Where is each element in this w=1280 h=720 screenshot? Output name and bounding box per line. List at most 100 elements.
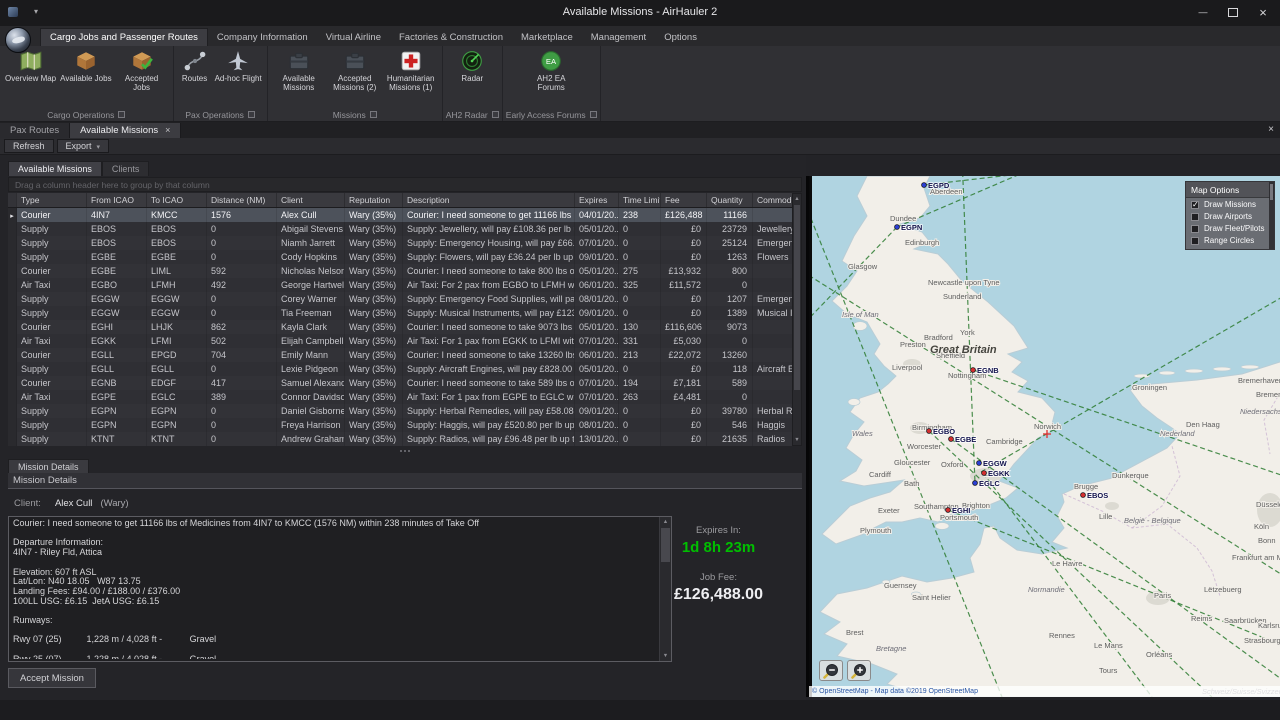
refresh-button[interactable]: Refresh: [4, 139, 54, 153]
airport-marker-egpn[interactable]: [895, 225, 900, 230]
dialog-launcher-icon[interactable]: [370, 111, 377, 118]
table-row[interactable]: Air TaxiEGBOLFMH492George HartwellWary (…: [8, 278, 792, 292]
ribbon-button-accepted-jobs[interactable]: Accepted Jobs: [114, 47, 170, 92]
table-row[interactable]: Air TaxiEGKKLFMI502Elijah CampbellWary (…: [8, 334, 792, 348]
map-option-draw-fleet-pilots[interactable]: Draw Fleet/Pilots: [1186, 222, 1274, 234]
minimize-button[interactable]: [1188, 0, 1218, 24]
map[interactable]: AberdeenDundeeEdinburghGlasgowNewcastle …: [812, 176, 1280, 697]
cell-commodity: Herbal Reme...: [753, 404, 792, 418]
splitter-grip[interactable]: [396, 448, 414, 453]
grid-vertical-scrollbar[interactable]: [792, 193, 802, 446]
column-header-type[interactable]: Type: [17, 193, 87, 207]
ribbon-tab-factories-construction[interactable]: Factories & Construction: [390, 29, 512, 46]
column-header-client[interactable]: Client: [277, 193, 345, 207]
cell-client: Niamh Jarrett: [277, 236, 345, 250]
table-row[interactable]: CourierEGLLEPGD704Emily MannWary (35%)Co…: [8, 348, 792, 362]
ribbon-button-radar[interactable]: Radar: [454, 47, 490, 83]
table-row[interactable]: SupplyEGBEEGBE0Cody HopkinsWary (35%)Sup…: [8, 250, 792, 264]
sub-tab-available-missions[interactable]: Available Missions: [8, 161, 102, 176]
accept-mission-button[interactable]: Accept Mission: [8, 668, 96, 688]
column-header-time-limit[interactable]: Time Limit: [619, 193, 661, 207]
application-menu-orb[interactable]: [5, 27, 31, 53]
ribbon-tab-company-information[interactable]: Company Information: [208, 29, 317, 46]
document-tab-pax-routes[interactable]: Pax Routes: [0, 123, 70, 138]
table-row[interactable]: SupplyEBOSEBOS0Niamh JarrettWary (35%)Su…: [8, 236, 792, 250]
column-header-quantity[interactable]: Quantity: [707, 193, 753, 207]
map-options-scrollbar[interactable]: [1269, 182, 1274, 249]
ribbon-button-ad-hoc-flight[interactable]: Ad-hoc Flight: [213, 47, 264, 83]
ribbon-group-caption: Early Access Forums: [506, 108, 597, 121]
checkbox-range-circles[interactable]: [1191, 237, 1199, 245]
ribbon-button-available-jobs[interactable]: Available Jobs: [58, 47, 113, 83]
map-attribution[interactable]: © OpenStreetMap - Map data ©2019 OpenStr…: [809, 686, 1280, 697]
ribbon-button-routes[interactable]: Routes: [177, 47, 213, 83]
table-row[interactable]: SupplyKTNTKTNT0Andrew GrahamWary (35%)Su…: [8, 432, 792, 446]
ribbon-button-ah2-ea-forums[interactable]: EAAH2 EA Forums: [523, 47, 579, 92]
column-header-distance-nm[interactable]: Distance (NM): [207, 193, 277, 207]
dialog-launcher-icon[interactable]: [590, 111, 597, 118]
zoom-in-button[interactable]: [847, 660, 871, 681]
ribbon-tab-management[interactable]: Management: [582, 29, 655, 46]
table-row[interactable]: CourierEGBELIML592Nicholas NelsonWary (3…: [8, 264, 792, 278]
ribbon-tab-marketplace[interactable]: Marketplace: [512, 29, 582, 46]
table-row[interactable]: CourierEGNBEDGF417Samuel AlexanderWary (…: [8, 376, 792, 390]
close-button[interactable]: [1248, 0, 1278, 24]
ribbon-tab-virtual-airline[interactable]: Virtual Airline: [317, 29, 390, 46]
close-document-icon[interactable]: [1268, 124, 1274, 135]
dialog-launcher-icon[interactable]: [248, 111, 255, 118]
dialog-launcher-icon[interactable]: [118, 111, 125, 118]
airport-marker-eggw[interactable]: [977, 461, 982, 466]
map-option-label: Range Circles: [1204, 236, 1254, 245]
city-label: Sunderland: [943, 292, 981, 301]
table-row[interactable]: SupplyEGGWEGGW0Corey WarnerWary (35%)Sup…: [8, 292, 792, 306]
ribbon-button-humanitarian-missions-1[interactable]: Humanitarian Missions (1): [383, 47, 439, 92]
mission-details-tab[interactable]: Mission Details: [8, 459, 89, 474]
column-header-expires[interactable]: Expires: [575, 193, 619, 207]
airport-marker-egpd[interactable]: [922, 183, 927, 188]
map-option-draw-airports[interactable]: Draw Airports: [1186, 210, 1274, 222]
document-tab-available-missions[interactable]: Available Missions: [70, 123, 181, 138]
airport-marker-eghi[interactable]: [946, 508, 951, 513]
ribbon-button-accepted-missions-2[interactable]: Accepted Missions (2): [327, 47, 383, 92]
airport-marker-egkk[interactable]: [982, 471, 987, 476]
map-option-draw-missions[interactable]: Draw Missions: [1186, 198, 1274, 210]
airport-marker-egbe[interactable]: [949, 437, 954, 442]
table-row[interactable]: SupplyEGPNEGPN0Freya HarrisonWary (35%)S…: [8, 418, 792, 432]
scroll-up-icon[interactable]: [793, 194, 801, 204]
ribbon-button-available-missions[interactable]: Available Missions: [271, 47, 327, 92]
maximize-button[interactable]: [1218, 0, 1248, 24]
scrollbar-thumb[interactable]: [794, 205, 800, 390]
table-row[interactable]: SupplyEGGWEGGW0Tia FreemanWary (35%)Supp…: [8, 306, 792, 320]
cell-to-icao: EGGW: [147, 292, 207, 306]
table-row[interactable]: SupplyEBOSEBOS0Abigail StevensWary (35%)…: [8, 222, 792, 236]
cell-expires: 07/01/20...: [575, 390, 619, 404]
ribbon-tab-options[interactable]: Options: [655, 29, 706, 46]
checkbox-draw-missions[interactable]: [1191, 201, 1199, 209]
airport-marker-egbo[interactable]: [927, 429, 932, 434]
column-header-fee[interactable]: Fee: [661, 193, 707, 207]
scroll-down-icon[interactable]: [660, 651, 671, 661]
sub-tab-clients[interactable]: Clients: [102, 161, 150, 176]
table-row[interactable]: CourierEGHILHJK862Kayla ClarkWary (35%)C…: [8, 320, 792, 334]
scroll-down-icon[interactable]: [793, 435, 801, 445]
column-header-from-icao[interactable]: From ICAO: [87, 193, 147, 207]
airport-marker-eglc[interactable]: [973, 481, 978, 486]
zoom-out-button[interactable]: [819, 660, 843, 681]
dialog-launcher-icon[interactable]: [492, 111, 499, 118]
airport-marker-egnb[interactable]: [971, 368, 976, 373]
table-row[interactable]: Courier4IN7KMCC1576Alex CullWary (35%)Co…: [8, 208, 792, 222]
ribbon-tab-cargo-jobs-and-passenger-routes[interactable]: Cargo Jobs and Passenger Routes: [40, 28, 208, 46]
export-button[interactable]: Export: [57, 139, 110, 153]
map-option-range-circles[interactable]: Range Circles: [1186, 234, 1274, 246]
column-header-commodity[interactable]: Commodity: [753, 193, 792, 207]
checkbox-draw-fleet-pilots[interactable]: [1191, 225, 1199, 233]
checkbox-draw-airports[interactable]: [1191, 213, 1199, 221]
table-row[interactable]: SupplyEGLLEGLL0Lexie PidgeonWary (35%)Su…: [8, 362, 792, 376]
column-header-description[interactable]: Description: [403, 193, 575, 207]
table-row[interactable]: Air TaxiEGPEEGLC389Connor DavidsonWary (…: [8, 390, 792, 404]
column-header-to-icao[interactable]: To ICAO: [147, 193, 207, 207]
airport-marker-ebos[interactable]: [1081, 493, 1086, 498]
ribbon-button-overview-map[interactable]: Overview Map: [3, 47, 58, 83]
table-row[interactable]: SupplyEGPNEGPN0Daniel GisborneWary (35%)…: [8, 404, 792, 418]
column-header-reputation[interactable]: Reputation: [345, 193, 403, 207]
